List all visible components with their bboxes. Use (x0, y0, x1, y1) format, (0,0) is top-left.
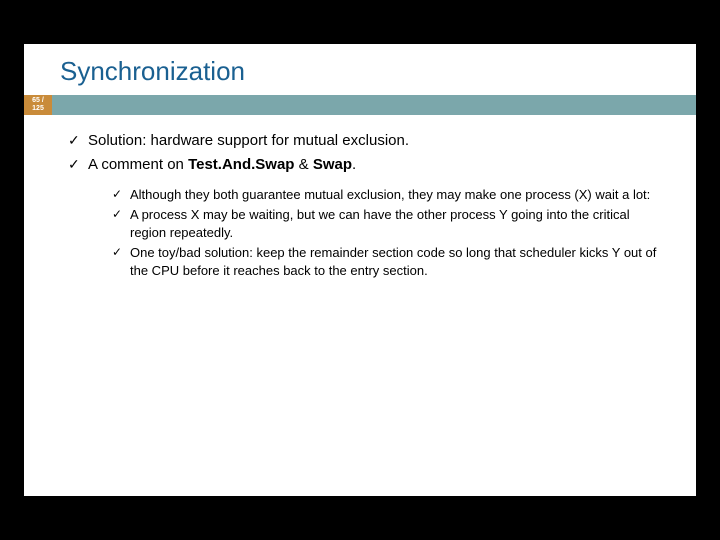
bullet-text-post: . (352, 156, 356, 173)
bullet-text: Although they both guarantee mutual excl… (130, 187, 650, 202)
slide-content: Solution: hardware support for mutual ex… (24, 115, 696, 279)
page-badge: 65 / 125 (24, 95, 52, 115)
list-item: One toy/bad solution: keep the remainder… (112, 244, 668, 279)
bullet-list: Solution: hardware support for mutual ex… (68, 131, 668, 279)
page-total: 125 (32, 105, 44, 113)
list-item: A comment on Test.And.Swap & Swap. Altho… (68, 155, 668, 279)
page-number: 65 / (32, 97, 44, 105)
list-item: Solution: hardware support for mutual ex… (68, 131, 668, 151)
bullet-text-pre: A comment on (88, 156, 188, 173)
bold-term: Swap (313, 156, 352, 173)
slide-title: Synchronization (24, 44, 696, 95)
title-bar: 65 / 125 (24, 95, 696, 115)
sub-bullet-list: Although they both guarantee mutual excl… (112, 186, 668, 280)
list-item: Although they both guarantee mutual excl… (112, 186, 668, 204)
bullet-text: Solution: hardware support for mutual ex… (88, 132, 409, 149)
list-item: A process X may be waiting, but we can h… (112, 206, 668, 241)
bullet-text: One toy/bad solution: keep the remainder… (130, 245, 656, 278)
bullet-text: A process X may be waiting, but we can h… (130, 207, 630, 240)
slide: Synchronization 65 / 125 Solution: hardw… (24, 44, 696, 496)
accent-bar (52, 95, 696, 115)
bullet-text-amp: & (294, 156, 312, 173)
bold-term: Test.And.Swap (188, 156, 294, 173)
